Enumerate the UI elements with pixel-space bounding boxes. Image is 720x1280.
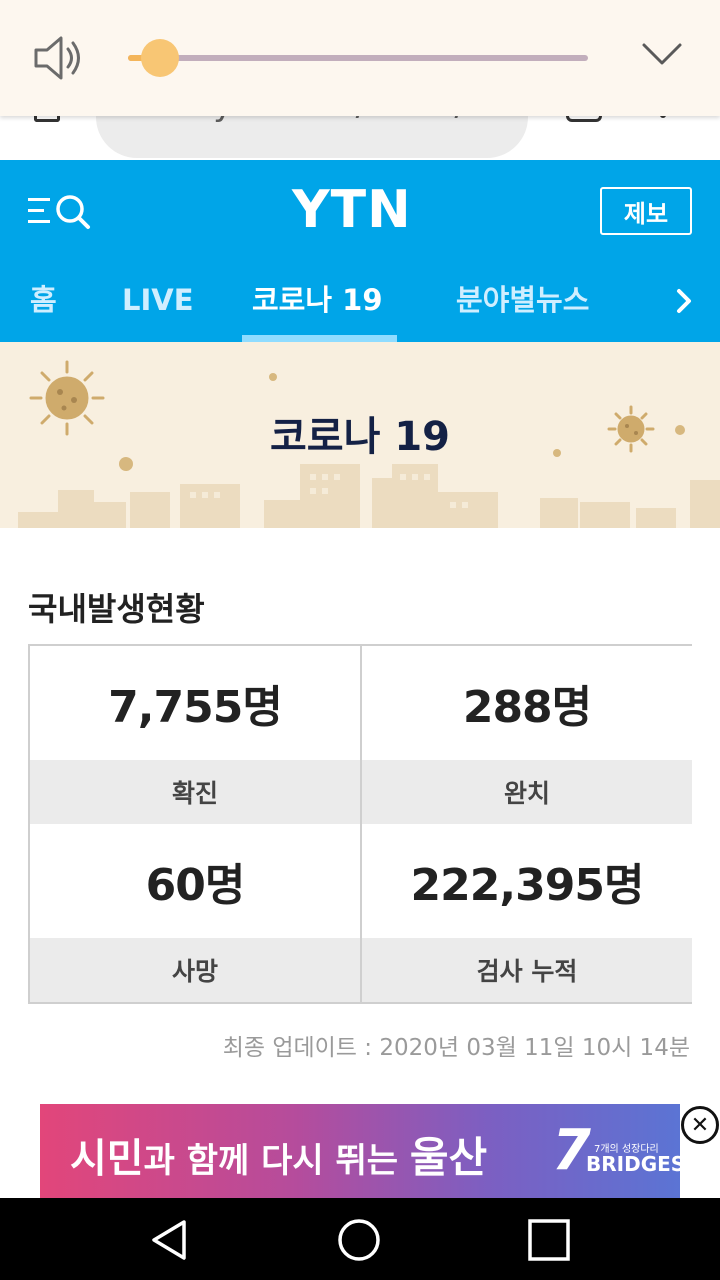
report-button[interactable]: 제보 [600, 187, 692, 235]
active-tab-indicator [242, 335, 397, 342]
menu-search-icon[interactable] [28, 191, 92, 231]
site-header: YTN 제보 홈 LIVE 코로나 19 분야별뉴스 [0, 160, 720, 342]
stats-table: 7,755명 확진 288명 완치 60명 사망 222,395명 검사 누적 [28, 644, 692, 1004]
confirmed-label: 확진 [30, 760, 360, 824]
table-divider [360, 646, 362, 1002]
volume-slider-thumb[interactable] [141, 39, 180, 77]
tests-value: 222,395명 [362, 824, 692, 938]
url-text: mythicolki/issue/ [180, 116, 466, 124]
deaths-value: 60명 [30, 824, 360, 938]
ad-headline: 시민과 함께 다시 뛰는 울산 [70, 1124, 487, 1185]
section-title: 국내발생현황 [28, 590, 205, 628]
recent-apps-icon[interactable] [527, 1218, 571, 1262]
tabs-icon[interactable] [566, 116, 602, 122]
recovered-label: 완치 [362, 760, 692, 824]
confirmed-value: 7,755명 [30, 646, 360, 760]
ad-headline-part1: 시민 [70, 1136, 144, 1182]
home-button-icon[interactable] [336, 1217, 382, 1263]
tab-home[interactable]: 홈 [30, 280, 57, 320]
covid-banner: 코로나 19 [0, 342, 720, 528]
chevron-down-icon[interactable] [640, 40, 684, 68]
more-menu-icon[interactable] [660, 116, 666, 118]
last-updated: 최종 업데이트 : 2020년 03월 11일 10시 14분 [223, 1028, 690, 1062]
tab-live[interactable]: LIVE [122, 280, 194, 320]
last-updated-label: 최종 업데이트 : [222, 1035, 373, 1061]
speaker-icon[interactable] [30, 33, 86, 83]
ad-close-button[interactable]: ✕ [681, 1106, 719, 1144]
tab-category-news[interactable]: 분야별뉴스 [456, 280, 589, 320]
chevron-right-icon[interactable] [674, 287, 696, 315]
volume-slider[interactable] [128, 55, 588, 61]
volume-panel [0, 0, 720, 116]
tab-corona19[interactable]: 코로나 19 [252, 280, 383, 320]
last-updated-time: 2020년 03월 11일 10시 14분 [379, 1035, 690, 1061]
back-icon[interactable] [148, 1218, 190, 1262]
android-nav-bar [0, 1198, 720, 1280]
browser-address-bar: mythicolki/issue/ [0, 116, 720, 160]
url-field[interactable]: mythicolki/issue/ [96, 116, 528, 158]
ad-brand-name: BRIDGES [586, 1152, 680, 1176]
home-icon[interactable] [34, 116, 60, 122]
banner-title: 코로나 19 [270, 414, 450, 460]
ad-banner[interactable]: 시민과 함께 다시 뛰는 울산 7 7개의 성장다리 BRIDGES [40, 1104, 680, 1198]
deaths-label: 사망 [30, 938, 360, 1002]
ytn-logo[interactable]: YTN [292, 180, 412, 240]
ad-headline-part2: 과 함께 다시 뛰는 [143, 1141, 410, 1181]
tests-label: 검사 누적 [362, 938, 692, 1002]
ad-headline-part3: 울산 [409, 1133, 488, 1182]
recovered-value: 288명 [362, 646, 692, 760]
